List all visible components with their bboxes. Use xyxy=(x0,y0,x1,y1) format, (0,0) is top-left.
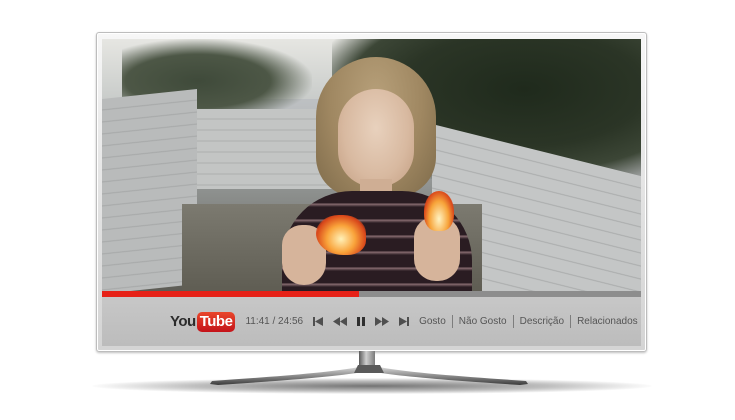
tv-screen: You Tube 11:41 / 24:56 Gosto Não Gosto D… xyxy=(102,39,641,346)
separator xyxy=(512,315,514,328)
youtube-logo: You Tube xyxy=(170,311,236,332)
video-child-face xyxy=(338,89,414,187)
skip-previous-icon xyxy=(313,317,324,326)
related-link[interactable]: Relacionados xyxy=(577,316,638,327)
like-link[interactable]: Gosto xyxy=(419,316,446,327)
tv-stand-base xyxy=(210,365,528,385)
fast-forward-button[interactable] xyxy=(375,315,390,329)
video-flame-left xyxy=(316,215,366,255)
rewind-button[interactable] xyxy=(333,315,348,329)
tv-stage: You Tube 11:41 / 24:56 Gosto Não Gosto D… xyxy=(0,0,735,420)
separator xyxy=(570,315,572,328)
pause-icon xyxy=(357,317,366,326)
separator xyxy=(451,315,453,328)
pause-button[interactable] xyxy=(357,315,366,329)
control-bar: You Tube 11:41 / 24:56 Gosto Não Gosto D… xyxy=(102,297,641,346)
tv-frame: You Tube 11:41 / 24:56 Gosto Não Gosto D… xyxy=(96,32,647,352)
video-flame-right xyxy=(424,191,454,231)
youtube-logo-tube: Tube xyxy=(196,311,236,332)
fast-forward-icon xyxy=(375,317,390,326)
video-frame[interactable] xyxy=(102,39,641,291)
skip-next-button[interactable] xyxy=(399,315,410,329)
rewind-icon xyxy=(333,317,348,326)
skip-next-icon xyxy=(399,317,410,326)
youtube-logo-you: You xyxy=(170,313,196,330)
description-link[interactable]: Descrição xyxy=(520,316,564,327)
dislike-link[interactable]: Não Gosto xyxy=(459,316,507,327)
skip-previous-button[interactable] xyxy=(313,315,324,329)
time-display: 11:41 / 24:56 xyxy=(245,316,304,327)
